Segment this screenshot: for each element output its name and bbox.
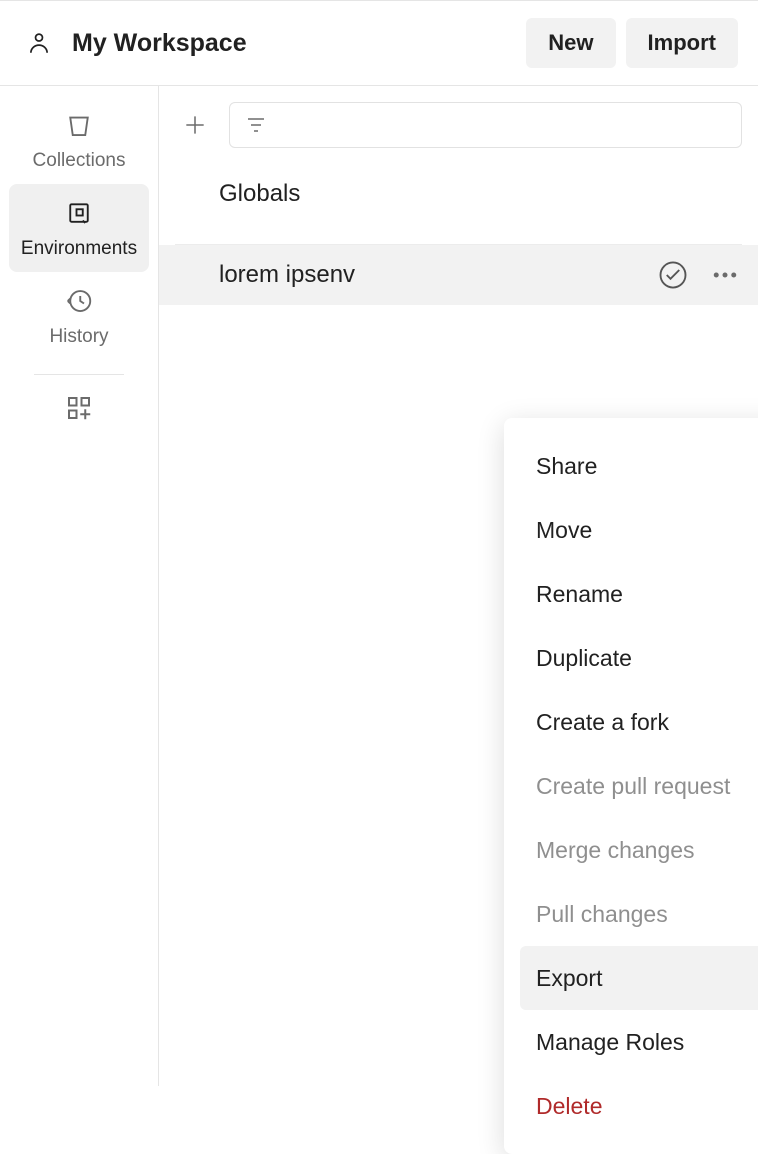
- active-check-icon[interactable]: [658, 260, 688, 290]
- sidebar: Collections Environments History: [0, 86, 159, 1086]
- environment-name: lorem ipsenv: [219, 261, 658, 289]
- sidebar-item-history[interactable]: History: [9, 272, 149, 360]
- menu-label: Share: [536, 453, 758, 480]
- sidebar-item-environments[interactable]: Environments: [9, 184, 149, 272]
- environment-context-menu: Share Move Rename ⌘E Duplicate ⌘D Create…: [504, 418, 758, 1154]
- menu-label: Move: [536, 517, 758, 544]
- menu-item-merge-changes: Merge changes: [520, 818, 758, 882]
- menu-item-move[interactable]: Move: [520, 498, 758, 562]
- sidebar-item-collections[interactable]: Collections: [9, 96, 149, 184]
- menu-label: Export: [536, 965, 758, 992]
- workspace-header: My Workspace New Import: [0, 0, 758, 86]
- more-options-icon[interactable]: [710, 260, 740, 290]
- menu-label: Manage Roles: [536, 1029, 758, 1056]
- environments-icon: [64, 198, 94, 228]
- sidebar-item-label: Collections: [33, 150, 126, 172]
- menu-label: Merge changes: [536, 837, 758, 864]
- history-icon: [64, 286, 94, 316]
- workspace-title: My Workspace: [72, 29, 516, 58]
- globals-row[interactable]: Globals: [159, 180, 758, 208]
- environments-list: Globals lorem ipsenv: [159, 180, 758, 305]
- menu-label: Pull changes: [536, 901, 758, 928]
- collections-icon: [64, 110, 94, 140]
- menu-item-delete[interactable]: Delete: [520, 1074, 758, 1138]
- menu-label: Rename: [536, 581, 758, 608]
- sidebar-divider: [34, 374, 124, 375]
- menu-item-rename[interactable]: Rename ⌘E: [520, 562, 758, 626]
- menu-label: Create a fork: [536, 709, 758, 736]
- filter-icon: [244, 113, 268, 137]
- sidebar-item-label: History: [49, 326, 108, 348]
- menu-label: Duplicate: [536, 645, 758, 672]
- menu-item-manage-roles[interactable]: Manage Roles: [520, 1010, 758, 1074]
- menu-item-duplicate[interactable]: Duplicate ⌘D: [520, 626, 758, 690]
- menu-item-pull-changes: Pull changes: [520, 882, 758, 946]
- create-environment-button[interactable]: [175, 105, 215, 145]
- menu-item-export[interactable]: Export: [520, 946, 758, 1010]
- menu-item-create-pull-request: Create pull request: [520, 754, 758, 818]
- menu-label: Delete: [536, 1093, 758, 1120]
- configure-sidebar-icon[interactable]: [64, 393, 94, 423]
- main-panel: Globals lorem ipsenv: [159, 86, 758, 1086]
- sidebar-item-label: Environments: [21, 238, 137, 260]
- person-icon: [26, 30, 52, 56]
- import-button[interactable]: Import: [626, 18, 738, 68]
- menu-item-create-fork[interactable]: Create a fork ⌥⌘F: [520, 690, 758, 754]
- menu-item-share[interactable]: Share: [520, 434, 758, 498]
- new-button[interactable]: New: [526, 18, 615, 68]
- environments-topbar: [159, 86, 758, 148]
- filter-input[interactable]: [229, 102, 742, 148]
- menu-label: Create pull request: [536, 773, 758, 800]
- environment-row[interactable]: lorem ipsenv: [159, 245, 758, 305]
